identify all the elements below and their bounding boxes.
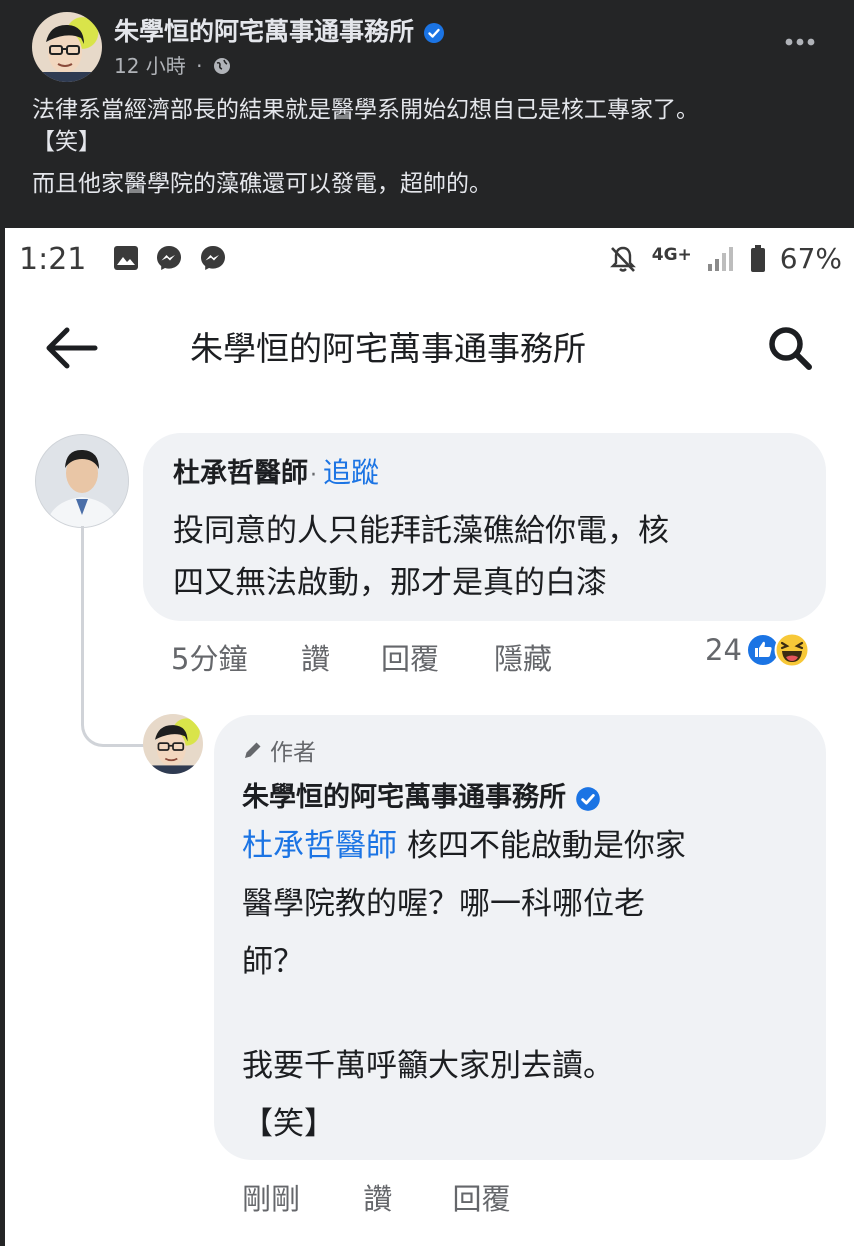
reply-like-button[interactable]: 讚 (363, 1176, 443, 1218)
author-separator: · (310, 463, 317, 488)
reply-actions: 剛剛 讚 回覆 (242, 1176, 510, 1218)
pencil-icon (245, 742, 261, 758)
reply-text-line-3: 師？ (242, 944, 304, 980)
reply-author: 朱學恒的阿宅萬事通事務所 (242, 775, 601, 814)
doctor-avatar-icon (36, 435, 128, 527)
post-text-line-2: 【笑】 (32, 129, 101, 155)
hide-button[interactable]: 隱藏 (494, 636, 552, 678)
meta-separator: · (196, 54, 203, 78)
back-button[interactable] (43, 324, 99, 372)
commenter-avatar[interactable] (35, 434, 129, 528)
post-header: 朱學恒的阿宅萬事通事務所 12 小時 · 法律系當經濟部長的結果就是醫學系開始幻… (0, 0, 854, 228)
signal-icon (707, 246, 733, 271)
status-right-icons: 4G+ 67% (608, 242, 842, 275)
like-button[interactable]: 讚 (301, 636, 381, 678)
comment-actions: 5分鐘 讚 回覆 隱藏 (171, 636, 552, 678)
status-bar: 1:21 4G+ 67% (5, 228, 854, 290)
post-paragraph-1: 法律系當經濟部長的結果就是醫學系開始幻想自己是核工專家了。 【笑】 (32, 94, 822, 158)
reply-button[interactable]: 回覆 (381, 636, 494, 678)
reply-text-line-1-rest: 核四不能啟動是你家 (397, 828, 686, 864)
reply-author-avatar[interactable] (143, 714, 203, 774)
app-bar: 朱學恒的阿宅萬事通事務所 (5, 314, 854, 384)
reply-text-line-2: 醫學院教的喔？哪一科哪位老 (242, 886, 645, 922)
search-icon (769, 327, 812, 370)
reply-thread-line (81, 526, 146, 747)
reply-text-line-5: 【笑】 (242, 1106, 335, 1142)
comment-bubble: 杜承哲醫師· 追蹤 投同意的人只能拜託藻礁給你電，核 四又無法啟動，那才是真的白漆 (143, 433, 826, 621)
status-time: 1:21 (19, 242, 87, 277)
embedded-screenshot: 1:21 4G+ 67% 朱學恒的阿宅萬事通事務所 杜承哲醫師· 追蹤 投同意的… (5, 228, 854, 1246)
search-button[interactable] (764, 322, 816, 374)
post-paragraph-2: 而且他家醫學院的藻礁還可以發電，超帥的。 (32, 171, 492, 197)
post-text-line-1: 法律系當經濟部長的結果就是醫學系開始幻想自己是核工專家了。 (32, 97, 699, 123)
battery-percent: 67% (779, 242, 842, 275)
reply-text: 杜承哲醫師 核四不能啟動是你家 醫學院教的喔？哪一科哪位老 師？ 我要千萬呼籲大… (242, 817, 812, 1153)
author-badge: 作者 (242, 733, 316, 767)
reply-author-name[interactable]: 朱學恒的阿宅萬事通事務所 (242, 782, 566, 813)
page-avatar[interactable] (32, 12, 102, 82)
network-type: 4G+ (651, 244, 692, 265)
follow-link[interactable]: 追蹤 (323, 456, 379, 489)
comment-text-line-2: 四又無法啟動，那才是真的白漆 (173, 565, 607, 601)
battery-icon (750, 244, 765, 272)
comment-author: 杜承哲醫師· 追蹤 (173, 451, 379, 491)
comment-text-line-1: 投同意的人只能拜託藻礁給你電，核 (173, 513, 669, 549)
person-avatar-icon (151, 725, 195, 774)
status-notification-icons (113, 244, 227, 272)
messenger-icon (157, 246, 181, 270)
page-name-text[interactable]: 朱學恒的阿宅萬事通事務所 (114, 17, 414, 46)
page-name[interactable]: 朱學恒的阿宅萬事通事務所 (114, 12, 445, 48)
reply-reply-button[interactable]: 回覆 (452, 1176, 510, 1218)
post-time[interactable]: 12 小時 (114, 54, 186, 78)
reply-text-line-1: 杜承哲醫師 核四不能啟動是你家 (242, 817, 812, 875)
post-meta: 12 小時 · (114, 50, 231, 79)
mention-link[interactable]: 杜承哲醫師 (242, 828, 397, 864)
app-bar-title: 朱學恒的阿宅萬事通事務所 (190, 329, 586, 368)
comment-author-name[interactable]: 杜承哲醫師 (173, 458, 308, 489)
more-options-button[interactable] (784, 28, 816, 48)
comment-time[interactable]: 5分鐘 (171, 636, 301, 678)
gallery-icon (114, 246, 138, 270)
post-body: 法律系當經濟部長的結果就是醫學系開始幻想自己是核工專家了。 【笑】 而且他家醫學… (32, 94, 822, 210)
person-avatar-icon (42, 24, 92, 82)
verified-badge-icon (423, 23, 444, 43)
reply-time[interactable]: 剛剛 (242, 1176, 354, 1218)
back-arrow-icon (46, 327, 98, 369)
globe-icon[interactable] (213, 57, 231, 75)
more-icon (785, 38, 815, 46)
reply-text-line-4: 我要千萬呼籲大家別去讀。 (242, 1048, 614, 1084)
reaction-count: 24 (705, 633, 742, 667)
haha-reaction-icon (774, 632, 810, 668)
messenger-icon (201, 246, 225, 270)
comment-text: 投同意的人只能拜託藻礁給你電，核 四又無法啟動，那才是真的白漆 (173, 505, 803, 609)
reply-bubble: 作者 朱學恒的阿宅萬事通事務所 杜承哲醫師 核四不能啟動是你家 醫學院教的喔？哪… (214, 715, 826, 1160)
mute-bell-icon (609, 246, 636, 272)
author-badge-label: 作者 (270, 740, 316, 766)
reactions-summary[interactable]: 24 (705, 632, 810, 668)
verified-badge-icon (576, 786, 601, 811)
